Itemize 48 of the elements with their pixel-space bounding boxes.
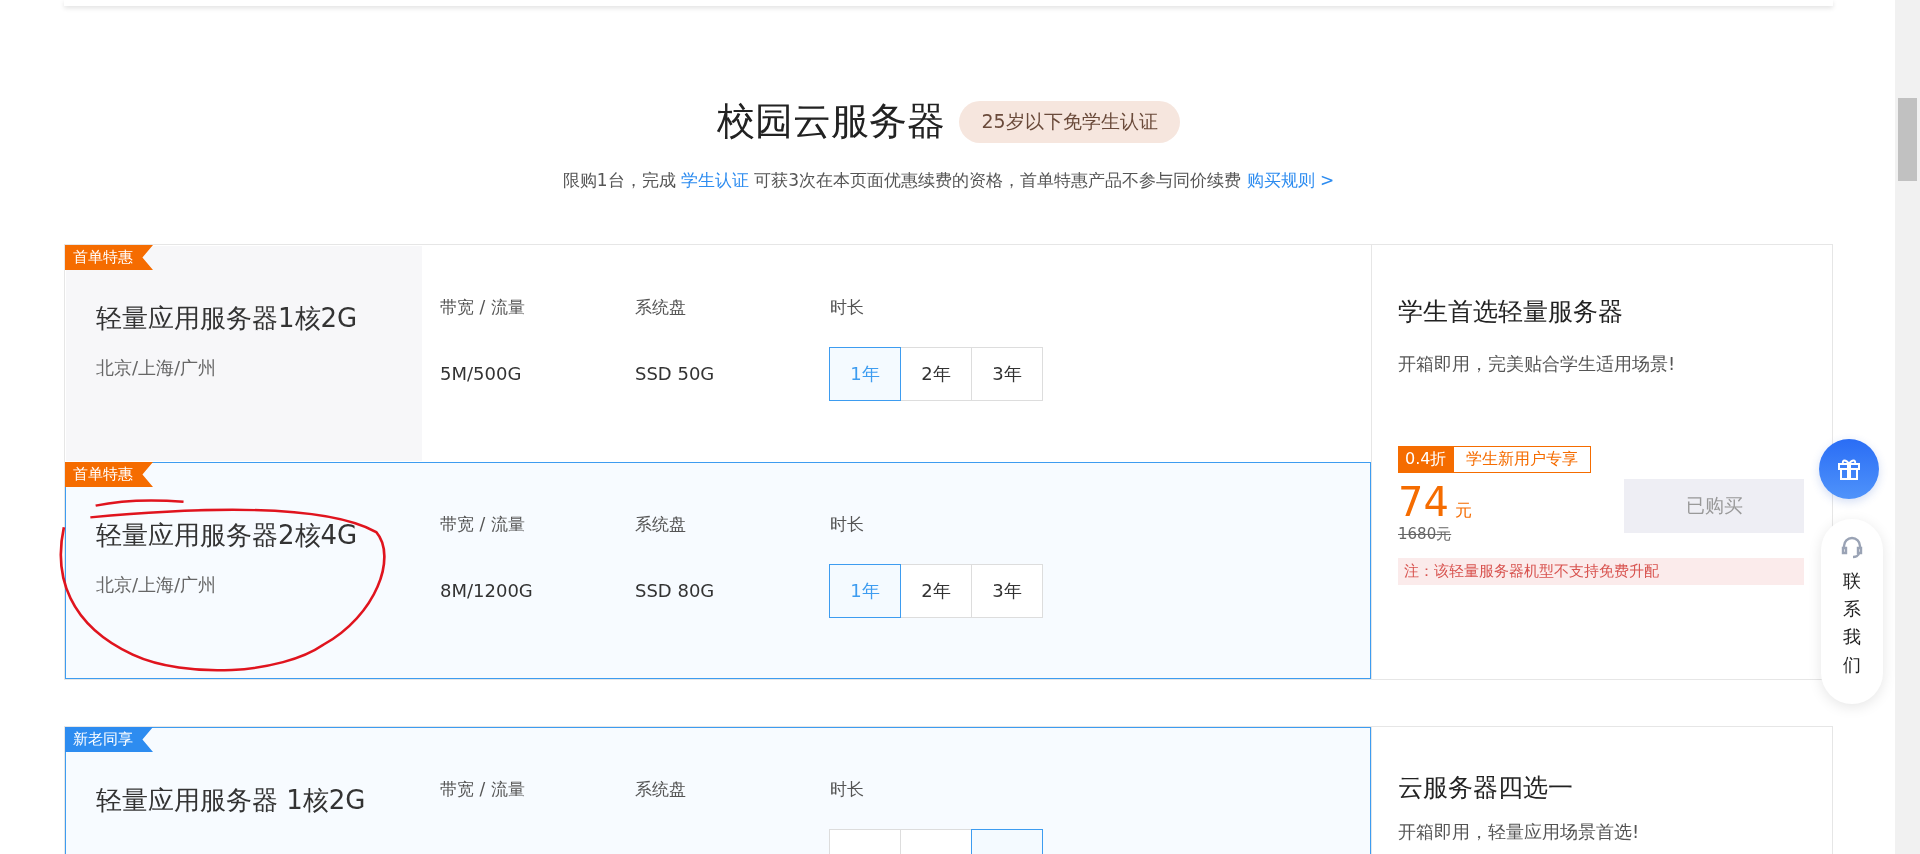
region-text: 北京/上海/广州 bbox=[96, 356, 218, 380]
spec-label: 系统盘 bbox=[635, 296, 687, 319]
product-name: 轻量应用服务器2核4G bbox=[96, 519, 359, 552]
duration-option[interactable]: 2年 bbox=[900, 347, 972, 401]
offer-description: 开箱即用，轻量应用场景首选! bbox=[1398, 820, 1641, 844]
product-name: 轻量应用服务器1核2G bbox=[96, 302, 359, 335]
contact-button[interactable]: 联系我们 bbox=[1821, 519, 1883, 704]
spec-label: 带宽 / 流量 bbox=[440, 778, 526, 801]
product-row[interactable]: 首单特惠 轻量应用服务器1核2G 北京/上海/广州 带宽 / 流量 5M/500G 系统盘 SSD 50G 时长 1年 2年 3年 bbox=[65, 245, 1371, 462]
price-unit: 元 bbox=[1454, 500, 1472, 520]
offer-title: 学生首选轻量服务器 bbox=[1398, 296, 1624, 328]
discount-label: 学生新用户专享 bbox=[1453, 446, 1592, 473]
spec-label: 时长 bbox=[830, 778, 865, 801]
region-text: 北京/上海/广州 bbox=[96, 573, 218, 597]
student-auth-link[interactable]: 学生认证 bbox=[680, 170, 749, 190]
offer-title: 云服务器四选一 bbox=[1398, 772, 1574, 804]
product-tag: 首单特惠 bbox=[65, 462, 153, 487]
spec-label: 时长 bbox=[830, 296, 865, 319]
gift-button[interactable] bbox=[1819, 439, 1879, 499]
spec-label: 系统盘 bbox=[635, 513, 687, 536]
notice-text: 限购1台，完成 学生认证 可获3次在本页面优惠续费的资格，首单特惠产品不参与同价续费 购买规则 > bbox=[561, 169, 1336, 192]
spec-value: SSD 80G bbox=[635, 580, 716, 601]
discount-badge: 0.4折 bbox=[1398, 446, 1454, 473]
scrollbar[interactable] bbox=[1895, 0, 1920, 854]
product-tag: 新老同享 bbox=[65, 727, 153, 752]
duration-option[interactable]: 3年 bbox=[971, 347, 1043, 401]
offer-description: 开箱即用，完美贴合学生适用场景! bbox=[1398, 352, 1677, 376]
warning-note: 注：该轻量服务器机型不支持免费升配 bbox=[1398, 558, 1804, 585]
spec-label: 带宽 / 流量 bbox=[440, 296, 526, 319]
headset-icon bbox=[1840, 535, 1864, 559]
spec-value: 5M/500G bbox=[440, 363, 523, 384]
promo-badge: 25岁以下免学生认证 bbox=[959, 100, 1180, 143]
duration-option[interactable]: 3年 bbox=[971, 564, 1043, 618]
price-value: 74 bbox=[1398, 479, 1449, 525]
purchase-rules-link[interactable]: 购买规则 > bbox=[1246, 170, 1335, 190]
spec-label: 时长 bbox=[830, 513, 865, 536]
product-row[interactable]: 新老同享 轻量应用服务器 1核2G 带宽 / 流量 系统盘 时长 bbox=[65, 727, 1371, 854]
spec-value: SSD 50G bbox=[635, 363, 716, 384]
product-name: 轻量应用服务器 1核2G bbox=[96, 784, 367, 817]
spec-value: 8M/1200G bbox=[440, 580, 534, 601]
spec-label: 带宽 / 流量 bbox=[440, 513, 526, 536]
page-title: 校园云服务器 bbox=[717, 98, 946, 145]
product-tag: 首单特惠 bbox=[65, 245, 153, 270]
original-price: 1680元 bbox=[1398, 525, 1453, 544]
gift-icon bbox=[1837, 458, 1861, 480]
product-row[interactable]: 首单特惠 轻量应用服务器2核4G 北京/上海/广州 带宽 / 流量 8M/1200G 系统盘 SSD 80G 时长 1年 2年 3年 bbox=[65, 462, 1371, 679]
spec-label: 系统盘 bbox=[635, 778, 687, 801]
duration-option[interactable]: 2年 bbox=[900, 564, 972, 618]
